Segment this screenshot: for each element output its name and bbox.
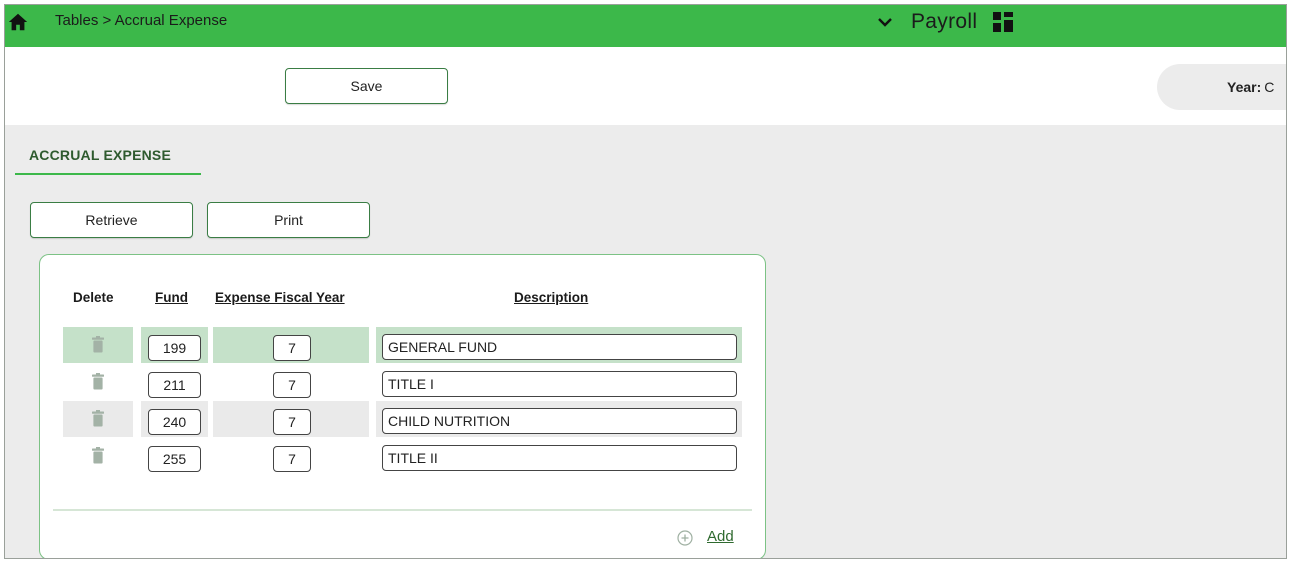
plus-circle-icon[interactable] — [677, 530, 693, 546]
column-header-expense-fiscal-year[interactable]: Expense Fiscal Year — [215, 290, 345, 305]
year-value: C — [1264, 79, 1275, 95]
top-bar: Tables > Accrual Expense Payroll — [5, 5, 1286, 47]
year-label: Year: — [1227, 79, 1262, 95]
trash-icon[interactable] — [91, 336, 105, 353]
column-header-description[interactable]: Description — [514, 290, 588, 305]
fiscal-year-input[interactable]: 7 — [273, 335, 311, 361]
column-header-delete: Delete — [73, 290, 114, 305]
add-row-link[interactable]: Add — [707, 528, 734, 545]
grid-icon[interactable] — [993, 12, 1014, 32]
description-input[interactable]: GENERAL FUND — [382, 334, 737, 360]
fund-input[interactable]: 199 — [148, 335, 201, 361]
trash-icon[interactable] — [91, 447, 105, 464]
module-name[interactable]: Payroll — [911, 10, 977, 34]
chevron-down-icon[interactable] — [877, 14, 893, 30]
breadcrumb-text[interactable]: Tables > Accrual Expense — [55, 12, 227, 29]
column-header-fund[interactable]: Fund — [155, 290, 188, 305]
year-indicator: Year: C — [1157, 64, 1286, 110]
save-button[interactable]: Save — [285, 68, 448, 104]
section-tab-underline — [15, 173, 201, 175]
fund-input[interactable]: 211 — [148, 372, 201, 398]
trash-icon[interactable] — [91, 373, 105, 390]
accrual-expense-table: Delete Fund Expense Fiscal Year Descript… — [39, 254, 766, 558]
section-title: ACCRUAL EXPENSE — [29, 147, 171, 163]
print-button[interactable]: Print — [207, 202, 370, 238]
fiscal-year-input[interactable]: 7 — [273, 372, 311, 398]
fiscal-year-input[interactable]: 7 — [273, 409, 311, 435]
table-divider — [53, 509, 752, 511]
description-input[interactable]: TITLE I — [382, 371, 737, 397]
description-input[interactable]: CHILD NUTRITION — [382, 408, 737, 434]
toolbar: Save Year: C — [5, 47, 1286, 125]
description-input[interactable]: TITLE II — [382, 445, 737, 471]
retrieve-button[interactable]: Retrieve — [30, 202, 193, 238]
fiscal-year-input[interactable]: 7 — [273, 446, 311, 472]
trash-icon[interactable] — [91, 410, 105, 427]
fund-input[interactable]: 240 — [148, 409, 201, 435]
module-selector[interactable]: Payroll — [877, 7, 1014, 37]
app-window: Tables > Accrual Expense Payroll Save Ye… — [4, 4, 1287, 559]
fund-input[interactable]: 255 — [148, 446, 201, 472]
breadcrumb: Tables > Accrual Expense — [55, 12, 227, 29]
home-icon[interactable] — [7, 11, 29, 33]
